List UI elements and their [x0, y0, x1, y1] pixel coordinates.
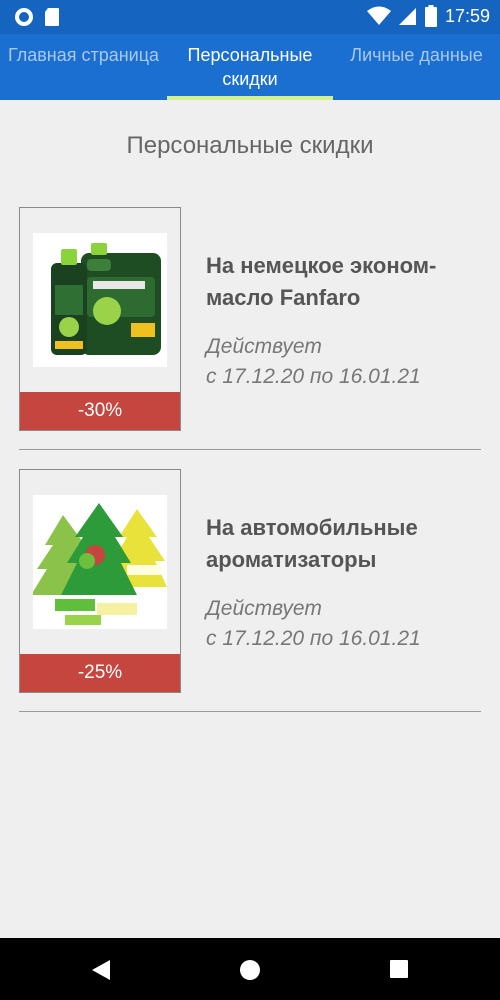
validity-dates: с 17.12.20 по 16.01.21: [206, 627, 421, 650]
home-icon[interactable]: [239, 959, 261, 981]
offer-card[interactable]: -30% На немецкое эконом-масло Fanfaro Де…: [19, 207, 481, 469]
motor-oil-image: [33, 233, 167, 367]
discount-badge: -25%: [20, 654, 180, 692]
offer-title: На автомобильные ароматизаторы: [206, 515, 418, 572]
tab-personal-data[interactable]: Личные данные: [333, 34, 500, 100]
discount-badge: -30%: [20, 392, 180, 430]
signal-icon: [398, 8, 416, 25]
battery-icon: [424, 5, 437, 27]
validity-label: Действует: [206, 597, 322, 620]
tab-personal-discounts[interactable]: Персональные скидки: [167, 34, 333, 100]
tab-home[interactable]: Главная страница: [0, 34, 167, 100]
offer-validity: Действует с 17.12.20 по 16.01.21: [206, 594, 486, 654]
divider: [19, 449, 481, 450]
divider: [19, 711, 481, 712]
tab-personal-data-label: Личные данные: [350, 45, 483, 65]
offer-card[interactable]: -25% На автомобильные ароматизаторы Дейс…: [19, 469, 481, 731]
status-bar: 17:59: [0, 0, 500, 34]
offer-title: На немецкое эконом-масло Fanfaro: [206, 253, 437, 310]
air-freshener-image: [31, 495, 167, 629]
active-tab-indicator: [167, 96, 333, 100]
clock: 17:59: [444, 5, 490, 26]
offer-thumbnail: -30%: [19, 207, 181, 431]
validity-dates: с 17.12.20 по 16.01.21: [206, 365, 421, 388]
validity-label: Действует: [206, 335, 322, 358]
wifi-icon: [366, 6, 391, 25]
offer-validity: Действует с 17.12.20 по 16.01.21: [206, 332, 486, 392]
offer-thumbnail: -25%: [19, 469, 181, 693]
tab-personal-discounts-label: Персональные скидки: [187, 45, 313, 89]
navigation-bar: [0, 938, 500, 1000]
recents-icon[interactable]: [389, 959, 409, 979]
page-title: Персональные скидки: [126, 132, 374, 159]
sd-card-icon: [45, 8, 59, 26]
tab-bar: Главная страница Персональные скидки Лич…: [0, 34, 500, 100]
tab-home-label: Главная страница: [7, 45, 160, 65]
record-icon: [15, 8, 33, 26]
back-icon[interactable]: [90, 959, 112, 981]
